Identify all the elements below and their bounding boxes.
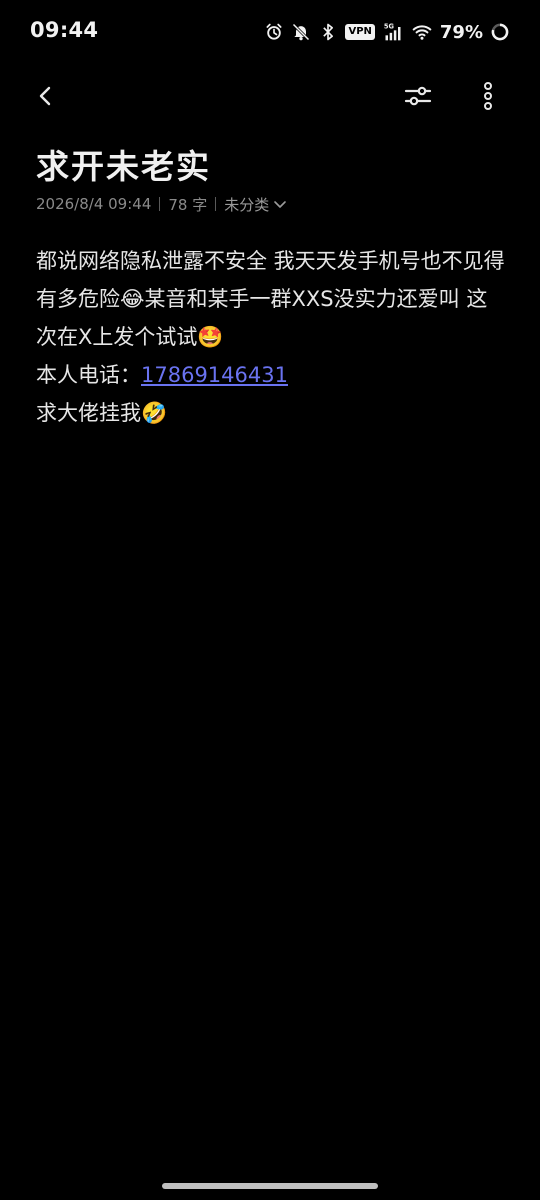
format-button[interactable] — [396, 74, 440, 118]
phone-line: 本人电话：17869146431 — [36, 356, 506, 394]
category-label: 未分类 — [224, 195, 270, 214]
note-toolbar — [0, 64, 540, 128]
status-time: 09:44 — [30, 18, 99, 42]
back-button[interactable] — [24, 74, 68, 118]
chevron-down-icon — [273, 197, 287, 211]
wifi-icon — [411, 22, 433, 42]
status-bar: 09:44 VPN 5G 79% — [0, 0, 540, 64]
meta-divider — [159, 197, 161, 211]
word-count: 78 字 — [168, 195, 208, 214]
note-body[interactable]: 都说网络隐私泄露不安全 我天天发手机号也不见得有多危险😂某音和某手一群XXS没实… — [36, 242, 506, 432]
vpn-icon: VPN — [345, 24, 375, 40]
bluetooth-icon — [318, 22, 338, 42]
meta-divider — [215, 197, 217, 211]
more-options-button[interactable] — [466, 74, 510, 118]
phone-number-link[interactable]: 17869146431 — [141, 363, 288, 387]
battery-ring-icon — [490, 22, 510, 42]
note-meta: 2026/8/4 09:44 78 字 未分类 — [36, 193, 287, 215]
note-paragraph: 都说网络隐私泄露不安全 我天天发手机号也不见得有多危险😂某音和某手一群XXS没实… — [36, 249, 505, 349]
phone-label: 本人电话： — [36, 363, 141, 387]
note-title[interactable]: 求开未老实 — [36, 140, 211, 188]
category-dropdown[interactable]: 未分类 — [224, 194, 287, 215]
back-chevron-icon — [34, 84, 58, 108]
format-sliders-icon — [403, 81, 433, 111]
more-vertical-icon — [478, 81, 498, 111]
battery-percent: 79% — [439, 21, 483, 43]
note-date: 2026/8/4 09:44 — [36, 195, 152, 213]
mute-bell-icon — [291, 22, 311, 42]
cell-signal-icon: 5G — [382, 22, 404, 42]
note-closing: 求大佬挂我🤣 — [36, 401, 168, 425]
status-icons: VPN 5G 79% — [264, 20, 510, 44]
svg-text:5G: 5G — [384, 23, 394, 31]
alarm-icon — [264, 22, 284, 42]
home-indicator[interactable] — [162, 1183, 378, 1189]
